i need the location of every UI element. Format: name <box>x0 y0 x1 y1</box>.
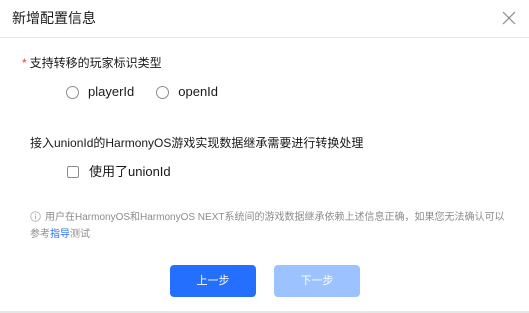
player-id-type-label-text: 支持转移的玩家标识类型 <box>29 56 162 70</box>
checkbox-box[interactable] <box>67 166 79 178</box>
next-step-button[interactable]: 下一步 <box>274 265 360 297</box>
prev-step-button[interactable]: 上一步 <box>170 265 256 297</box>
radio-openid[interactable]: openId <box>156 84 218 100</box>
radio-circle[interactable] <box>66 85 79 99</box>
player-id-type-radio-group: playerId openId <box>66 84 240 100</box>
close-icon[interactable] <box>501 10 517 26</box>
note-text-end: 测试 <box>70 229 90 240</box>
dialog-header: 新增配置信息 <box>0 0 529 38</box>
config-dialog: 新增配置信息 * 支持转移的玩家标识类型 playerId openId 接入un… <box>0 0 529 313</box>
radio-playerid-label: playerId <box>88 84 135 99</box>
unionid-section-label: 接入unionId的HarmonyOS游戏实现数据继承需要进行转换处理 <box>30 136 364 150</box>
dialog-title: 新增配置信息 <box>12 10 96 26</box>
info-note: 用户在HarmonyOS和HarmonyOS NEXT系统间的游戏数据继承依赖上… <box>30 210 510 242</box>
guide-link[interactable]: 指导 <box>50 229 70 240</box>
radio-openid-label: openId <box>178 84 219 99</box>
info-circle-icon <box>30 211 41 227</box>
dialog-footer: 上一步 下一步 <box>0 265 529 297</box>
radio-circle[interactable] <box>156 85 170 99</box>
radio-playerid[interactable]: playerId <box>66 84 134 100</box>
required-mark: * <box>22 56 27 70</box>
use-unionid-checkbox[interactable]: 使用了unionId <box>67 164 171 180</box>
use-unionid-label: 使用了unionId <box>89 164 171 179</box>
player-id-type-label: * 支持转移的玩家标识类型 <box>22 55 162 71</box>
note-text: 用户在HarmonyOS和HarmonyOS NEXT系统间的游戏数据继承依赖上… <box>30 212 505 240</box>
